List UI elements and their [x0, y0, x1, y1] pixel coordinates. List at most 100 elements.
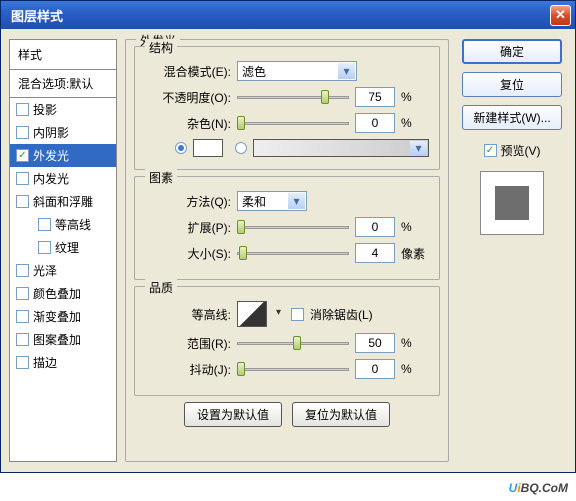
checkbox-outer-glow[interactable] [16, 149, 29, 162]
sidebar-item-inner-shadow[interactable]: 内阴影 [10, 121, 116, 144]
new-style-button[interactable]: 新建样式(W)... [462, 105, 562, 130]
opacity-slider[interactable] [237, 88, 349, 106]
opacity-label: 不透明度(O): [145, 89, 231, 106]
sidebar-item-satin[interactable]: 光泽 [10, 259, 116, 282]
jitter-unit: % [401, 362, 429, 376]
jitter-input[interactable] [355, 359, 395, 379]
sidebar-item-label: 纹理 [55, 239, 79, 256]
checkbox-bevel-emboss[interactable] [16, 195, 29, 208]
window-title: 图层样式 [5, 6, 550, 25]
checkbox-pattern-overlay[interactable] [16, 333, 29, 346]
noise-label: 杂色(N): [145, 115, 231, 132]
sidebar-item-drop-shadow[interactable]: 投影 [10, 98, 116, 121]
spread-slider[interactable] [237, 218, 349, 236]
color-swatch[interactable] [193, 139, 223, 157]
sidebar-item-label: 渐变叠加 [33, 308, 81, 325]
checkbox-inner-shadow[interactable] [16, 126, 29, 139]
technique-value: 柔和 [242, 193, 266, 210]
blend-options[interactable]: 混合选项:默认 [10, 70, 116, 98]
spread-label: 扩展(P): [145, 219, 231, 236]
blend-mode-label: 混合模式(E): [145, 63, 231, 80]
range-label: 范围(R): [145, 335, 231, 352]
quality-group: 品质 等高线: ▾ 消除锯齿(L) 范围(R): [134, 286, 440, 396]
opacity-input[interactable] [355, 87, 395, 107]
ok-button[interactable]: 确定 [462, 39, 562, 64]
blend-mode-value: 滤色 [242, 63, 266, 80]
checkbox-drop-shadow[interactable] [16, 103, 29, 116]
noise-slider[interactable] [237, 114, 349, 132]
range-unit: % [401, 336, 429, 350]
checkbox-contour[interactable] [38, 218, 51, 231]
preview-swatch [495, 186, 529, 220]
chevron-down-icon: ▾ [338, 63, 355, 79]
styles-sidebar: 样式 混合选项:默认 投影内阴影外发光内发光斜面和浮雕等高线纹理光泽颜色叠加渐变… [9, 39, 117, 462]
close-button[interactable]: ✕ [550, 5, 571, 26]
sidebar-item-label: 内发光 [33, 170, 69, 187]
checkbox-satin[interactable] [16, 264, 29, 277]
quality-legend: 品质 [145, 279, 177, 296]
sidebar-item-bevel-emboss[interactable]: 斜面和浮雕 [10, 190, 116, 213]
sidebar-item-inner-glow[interactable]: 内发光 [10, 167, 116, 190]
preview-label: 预览(V) [501, 142, 541, 159]
antialias-label: 消除锯齿(L) [310, 306, 373, 323]
sidebar-item-stroke[interactable]: 描边 [10, 351, 116, 374]
range-slider[interactable] [237, 334, 349, 352]
range-input[interactable] [355, 333, 395, 353]
reset-default-button[interactable]: 复位为默认值 [292, 402, 390, 427]
sidebar-item-texture[interactable]: 纹理 [10, 236, 116, 259]
elements-group: 图素 方法(Q): 柔和 ▾ 扩展(P): [134, 176, 440, 280]
spread-unit: % [401, 220, 429, 234]
sidebar-item-label: 等高线 [55, 216, 91, 233]
sidebar-item-pattern-overlay[interactable]: 图案叠加 [10, 328, 116, 351]
elements-legend: 图素 [145, 169, 177, 186]
sidebar-item-label: 描边 [33, 354, 57, 371]
structure-group: 结构 混合模式(E): 滤色 ▾ 不透明度(O): [134, 46, 440, 170]
sidebar-header[interactable]: 样式 [10, 40, 116, 70]
contour-picker[interactable] [237, 301, 267, 327]
spread-input[interactable] [355, 217, 395, 237]
blend-mode-select[interactable]: 滤色 ▾ [237, 61, 357, 81]
sidebar-item-label: 图案叠加 [33, 331, 81, 348]
sidebar-item-label: 外发光 [33, 147, 69, 164]
chevron-down-icon: ▾ [288, 193, 305, 209]
antialias-checkbox[interactable] [291, 308, 304, 321]
sidebar-item-label: 光泽 [33, 262, 57, 279]
noise-unit: % [401, 116, 429, 130]
sidebar-item-label: 颜色叠加 [33, 285, 81, 302]
make-default-button[interactable]: 设置为默认值 [184, 402, 282, 427]
size-label: 大小(S): [145, 245, 231, 262]
checkbox-inner-glow[interactable] [16, 172, 29, 185]
cancel-button[interactable]: 复位 [462, 72, 562, 97]
watermark: UiBQ.CoM [509, 476, 568, 497]
size-unit: 像素 [401, 245, 429, 262]
checkbox-gradient-overlay[interactable] [16, 310, 29, 323]
sidebar-item-label: 斜面和浮雕 [33, 193, 93, 210]
color-radio[interactable] [175, 142, 187, 154]
checkbox-texture[interactable] [38, 241, 51, 254]
checkbox-color-overlay[interactable] [16, 287, 29, 300]
chevron-down-icon: ▾ [410, 141, 427, 155]
sidebar-item-contour[interactable]: 等高线 [10, 213, 116, 236]
preview-checkbox[interactable] [484, 144, 497, 157]
noise-input[interactable] [355, 113, 395, 133]
sidebar-item-label: 内阴影 [33, 124, 69, 141]
checkbox-stroke[interactable] [16, 356, 29, 369]
size-input[interactable] [355, 243, 395, 263]
size-slider[interactable] [237, 244, 349, 262]
sidebar-item-label: 投影 [33, 101, 57, 118]
jitter-label: 抖动(J): [145, 361, 231, 378]
technique-select[interactable]: 柔和 ▾ [237, 191, 307, 211]
jitter-slider[interactable] [237, 360, 349, 378]
sidebar-item-color-overlay[interactable]: 颜色叠加 [10, 282, 116, 305]
preview-box [480, 171, 544, 235]
sidebar-item-gradient-overlay[interactable]: 渐变叠加 [10, 305, 116, 328]
opacity-unit: % [401, 90, 429, 104]
contour-label: 等高线: [145, 306, 231, 323]
gradient-radio[interactable] [235, 142, 247, 154]
gradient-select[interactable]: ▾ [253, 139, 429, 157]
technique-label: 方法(Q): [145, 193, 231, 210]
structure-legend: 结构 [145, 39, 177, 56]
chevron-down-icon[interactable]: ▾ [276, 307, 281, 318]
outer-glow-panel: 外发光 结构 混合模式(E): 滤色 ▾ 不透明度(O): [125, 39, 449, 462]
sidebar-item-outer-glow[interactable]: 外发光 [10, 144, 116, 167]
